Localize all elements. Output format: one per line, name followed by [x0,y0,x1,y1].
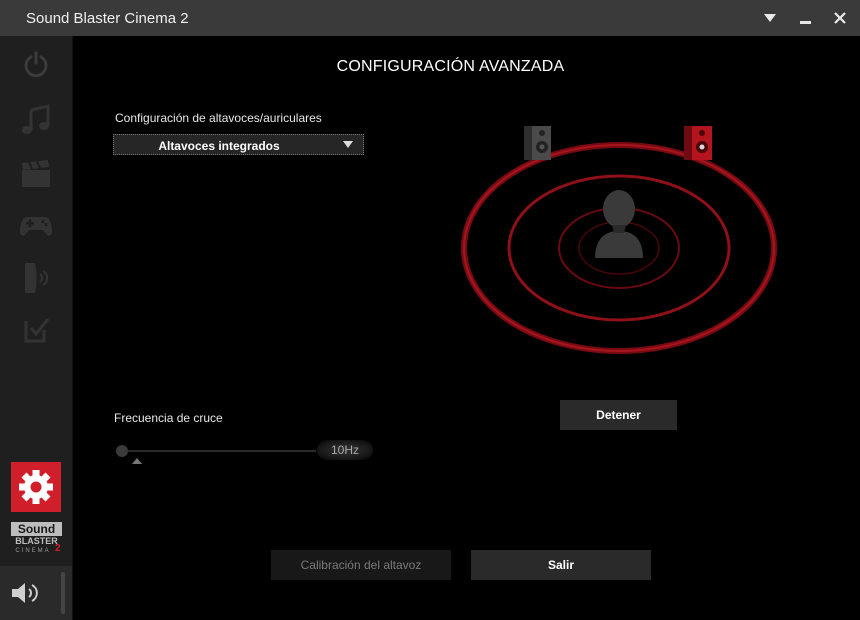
page-title: CONFIGURACIÓN AVANZADA [336,58,565,75]
sidebar: Sound BLASTER CINEMA 2 [0,36,73,620]
crossover-slider-track[interactable] [121,450,316,452]
exit-button[interactable]: Salir [471,550,651,580]
logo-line-version: 2 [55,543,61,554]
crossover-label: Frecuencia de cruce [114,411,223,425]
volume-area [0,566,72,620]
chevron-down-icon [343,141,353,148]
speaker-volume-icon [12,583,38,603]
speaker-config-dropdown[interactable]: Altavoces integrados [113,134,364,155]
sidebar-item-movies[interactable] [16,154,56,194]
close-icon [834,12,846,24]
volume-button[interactable] [10,580,40,611]
speaker-config-value: Altavoces integrados [158,139,280,153]
crossover-value: 10Hz [317,440,373,460]
logo-line-sound: Sound [11,522,62,536]
minimize-icon [800,21,811,24]
checklist-icon [24,318,50,343]
movie-clapper-icon [22,160,50,187]
dropdown-menu-button[interactable] [758,6,782,30]
triangle-down-icon [764,14,776,22]
title-bar: Sound Blaster Cinema 2 [0,0,860,36]
music-icon [22,104,50,134]
volume-slider[interactable] [61,572,65,614]
minimize-button[interactable] [794,6,818,30]
settings-button[interactable] [11,462,61,512]
gear-icon [19,470,53,504]
voice-icon [25,263,49,293]
sidebar-item-power[interactable] [16,44,56,84]
main-panel: CONFIGURACIÓN AVANZADA Configuración de … [73,36,860,620]
speaker-config-label: Configuración de altavoces/auriculares [115,111,322,125]
speaker-left-icon[interactable] [524,126,551,160]
calibrate-speaker-button[interactable]: Calibración del altavoz [271,550,451,580]
crossover-slider-knob[interactable] [116,445,128,457]
power-icon [24,51,48,78]
gamepad-icon [20,217,52,236]
logo-line-cinema: CINEMA [15,548,51,554]
stop-button[interactable]: Detener [560,400,677,430]
speaker-right-icon[interactable] [684,126,712,160]
close-button[interactable] [828,6,852,30]
sidebar-item-music[interactable] [16,100,56,140]
window-title: Sound Blaster Cinema 2 [26,10,189,27]
sidebar-item-voice[interactable] [16,258,56,298]
slider-marker-icon [132,458,142,464]
sidebar-item-checklist[interactable] [16,310,56,350]
sidebar-item-games[interactable] [16,206,56,246]
speaker-visualization [456,121,786,361]
sound-blaster-logo: Sound BLASTER CINEMA 2 [11,522,62,558]
